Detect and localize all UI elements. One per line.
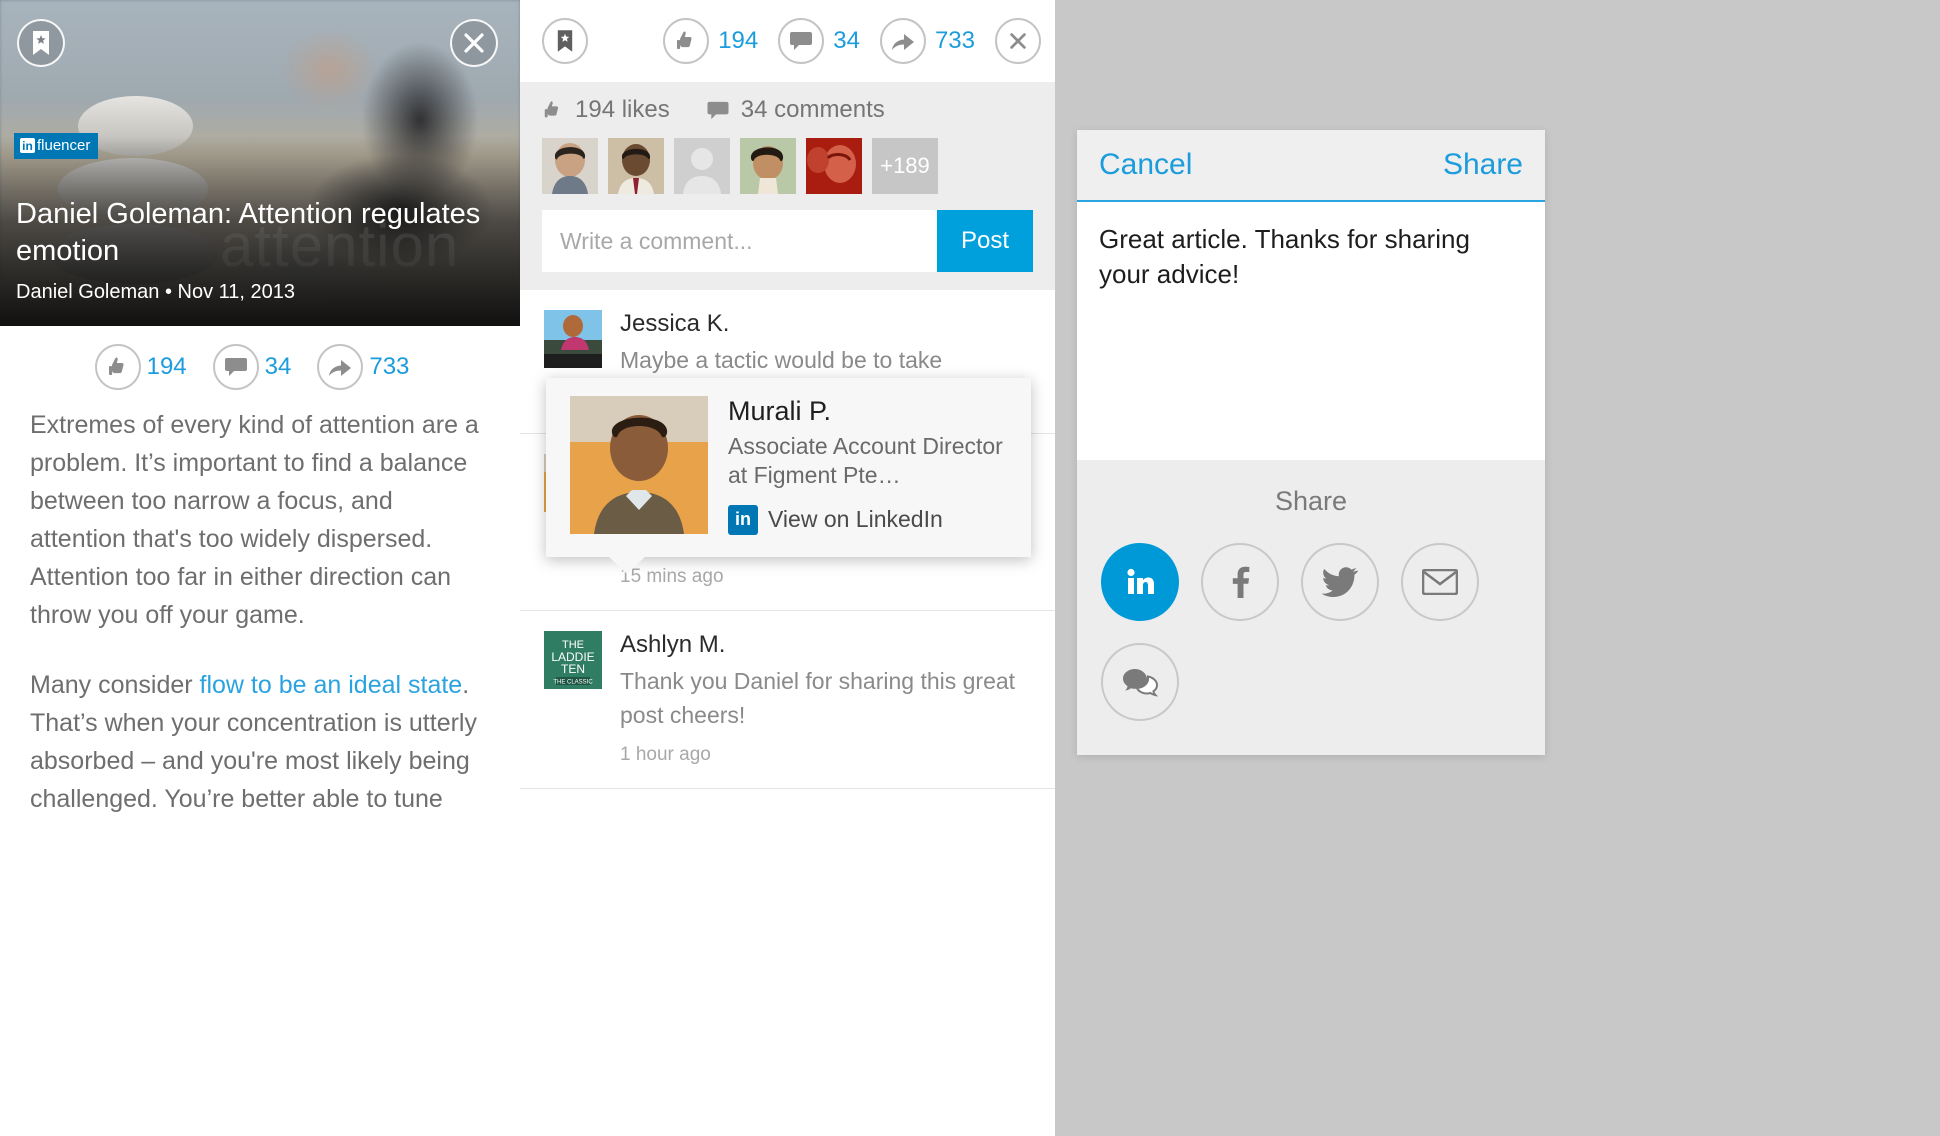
avatar[interactable]: [544, 310, 602, 368]
article-byline: Daniel Goleman • Nov 11, 2013: [16, 281, 296, 303]
flow-link[interactable]: flow to be an ideal state: [200, 671, 463, 699]
share-count: 733: [369, 353, 410, 380]
avatar[interactable]: [542, 138, 598, 194]
email-share-icon[interactable]: [1401, 543, 1479, 621]
article-action-bar: 194 34 733: [0, 326, 520, 404]
likes-stat[interactable]: 194 likes: [542, 96, 670, 124]
comment-action[interactable]: 34: [212, 344, 308, 390]
post-button[interactable]: Post: [937, 210, 1033, 272]
hovercard-title: Associate Account Director at Figment Pt…: [728, 433, 1003, 489]
comment-text: Thank you Daniel for sharing this great …: [620, 668, 1016, 728]
comment-input[interactable]: [542, 210, 937, 272]
linkedin-share-icon[interactable]: [1101, 543, 1179, 621]
view-on-linkedin-label: View on LinkedIn: [768, 506, 943, 533]
share-target-list: [1099, 543, 1523, 721]
twitter-share-icon[interactable]: [1301, 543, 1379, 621]
thumbs-up-icon[interactable]: [94, 344, 141, 390]
toolbar-comment-count: 34: [833, 27, 860, 54]
comment-bubble-icon[interactable]: [212, 344, 259, 390]
hovercard-name: Murali P.: [728, 396, 832, 426]
article-paragraph-1: Extremes of every kind of attention are …: [30, 411, 479, 629]
social-toolbar: 194 34 733: [520, 0, 1055, 82]
comment-author[interactable]: Jessica K.: [620, 310, 1033, 338]
comment-compose: Post: [542, 210, 1033, 272]
share-message-textarea[interactable]: Great article. Thanks for sharing your a…: [1077, 202, 1545, 460]
share-section-label: Share: [1274, 486, 1348, 516]
cancel-button[interactable]: Cancel: [1099, 148, 1192, 182]
comment-item: THE LADDIE TEN THE CLASSIC Ashlyn M. Thank …: [520, 611, 1055, 790]
influencer-badge-label: fluencer: [37, 137, 91, 154]
comments-list: Jessica K. Maybe a tactic would be to ta…: [520, 290, 1055, 790]
close-icon[interactable]: [450, 19, 498, 67]
avatar[interactable]: [608, 138, 664, 194]
avatar[interactable]: [740, 138, 796, 194]
message-share-icon[interactable]: [1101, 643, 1179, 721]
comment-bubble-icon: [707, 101, 729, 119]
thumbs-up-icon[interactable]: [663, 18, 710, 64]
hovercard-body: Murali P. Associate Account Director at …: [728, 396, 1011, 535]
svg-text:THE CLASSIC: THE CLASSIC: [553, 680, 593, 686]
article-panel: attention in fluencer Daniel Goleman: At…: [0, 0, 520, 1136]
share-sheet: Cancel Share Great article. Thanks for s…: [1077, 130, 1545, 755]
share-action[interactable]: 733: [317, 344, 425, 390]
share-button[interactable]: Share: [1443, 148, 1523, 182]
social-panel: 194 34 733 194 likes 34 comments +189 Wr…: [520, 0, 1055, 1136]
comment-timestamp: 15 mins ago: [620, 566, 724, 588]
comment-body: Ashlyn M. Thank you Daniel for sharing t…: [620, 631, 1033, 766]
likes-label: 194 likes: [575, 96, 670, 123]
avatar[interactable]: THE LADDIE TEN THE CLASSIC: [544, 631, 602, 690]
toolbar-like-count: 194: [718, 27, 759, 54]
facebook-share-icon[interactable]: [1201, 543, 1279, 621]
like-action[interactable]: 194: [94, 344, 203, 390]
view-on-linkedin-link[interactable]: in View on LinkedIn: [728, 504, 1011, 535]
thumbs-up-icon: [544, 101, 559, 118]
avatar-placeholder[interactable]: [674, 138, 730, 194]
share-arrow-icon[interactable]: [317, 344, 364, 390]
toolbar-share-count: 733: [934, 27, 975, 54]
share-arrow-icon[interactable]: [879, 18, 926, 64]
more-likers-badge[interactable]: +189: [872, 138, 938, 194]
comments-stat[interactable]: 34 comments: [706, 96, 885, 124]
share-sheet-header: Cancel Share: [1077, 130, 1545, 202]
stats-row: 194 likes 34 comments: [542, 96, 1033, 124]
stats-block: 194 likes 34 comments +189 Write a comme…: [520, 82, 1055, 290]
paragraph-2-pre: Many consider: [30, 671, 200, 699]
comment-bubble-icon[interactable]: [778, 18, 825, 64]
share-targets-section: Share: [1077, 460, 1545, 755]
svg-text:TEN: TEN: [561, 662, 585, 676]
profile-hovercard: Murali P. Associate Account Director at …: [546, 378, 1031, 574]
comments-label: 34 comments: [740, 96, 885, 123]
page-title: Daniel Goleman: Attention regulates emot…: [16, 198, 481, 268]
avatar[interactable]: [806, 138, 862, 194]
close-icon[interactable]: [995, 18, 1041, 64]
comment-count: 34: [264, 353, 292, 380]
article-paragraph-2: Many consider flow to be an ideal state.…: [30, 666, 490, 818]
bookmark-star-icon[interactable]: [17, 19, 65, 67]
share-panel: Cancel Share Great article. Thanks for s…: [1055, 0, 1940, 1136]
comment-author[interactable]: Ashlyn M.: [620, 631, 1033, 659]
article-hero: attention in fluencer Daniel Goleman: At…: [0, 0, 520, 326]
influencer-badge: in fluencer: [14, 133, 99, 159]
liker-avatars: +189: [542, 138, 1033, 194]
hovercard-avatar[interactable]: [570, 396, 708, 534]
linkedin-icon: in: [20, 138, 35, 153]
like-count: 194: [146, 353, 187, 380]
comment-timestamp: 1 hour ago: [620, 744, 711, 766]
article-body: Extremes of every kind of attention are …: [0, 404, 520, 818]
linkedin-icon: in: [728, 504, 758, 535]
bookmark-star-icon[interactable]: [542, 18, 588, 64]
three-panel-screenshot: attention in fluencer Daniel Goleman: At…: [0, 0, 1940, 1136]
